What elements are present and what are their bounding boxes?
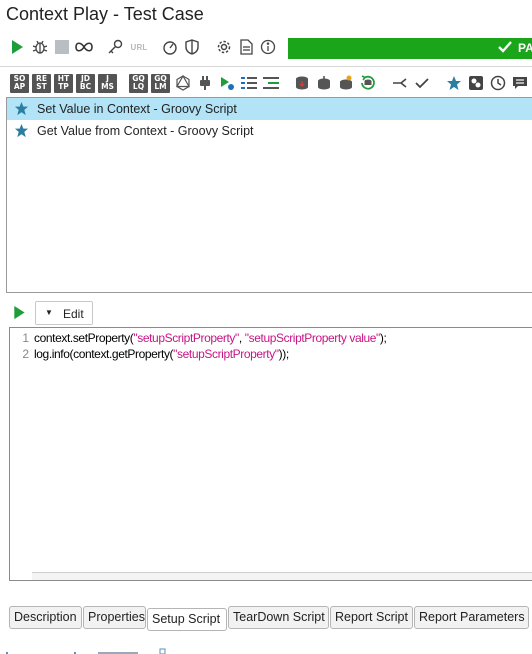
database-refresh-icon[interactable] <box>358 73 377 93</box>
tab-description[interactable]: Description <box>9 606 82 629</box>
list-item[interactable]: Set Value in Context - Groovy Script <box>7 98 532 120</box>
edit-label: Edit <box>63 307 84 321</box>
http-step-icon[interactable]: HT TP <box>54 73 73 93</box>
status-text: PA <box>518 41 532 55</box>
line-number: 1 <box>22 331 29 345</box>
info-icon[interactable] <box>259 38 277 56</box>
horizontal-scrollbar[interactable] <box>32 572 532 580</box>
soap-step-icon[interactable]: SO AP <box>10 73 29 93</box>
loop-icon[interactable] <box>75 38 93 56</box>
url-icon[interactable]: URL <box>130 38 148 56</box>
caret-down-icon: ▼ <box>45 308 53 317</box>
code-line[interactable]: log.info(context.getProperty("setupScrip… <box>34 347 289 361</box>
indent-icon[interactable] <box>261 73 280 93</box>
tab-setup-script[interactable]: Setup Script <box>147 608 227 631</box>
tab-report-script[interactable]: Report Script <box>330 606 413 629</box>
gear-icon[interactable] <box>215 38 233 56</box>
code-editor[interactable]: 1 2 context.setProperty("setupScriptProp… <box>9 327 532 581</box>
code-line[interactable]: context.setProperty("setupScriptProperty… <box>34 331 387 345</box>
edit-dropdown-button[interactable]: ▼ Edit <box>35 301 93 325</box>
document-icon[interactable] <box>237 38 255 56</box>
run-script-button[interactable] <box>12 305 26 325</box>
database-star-icon[interactable] <box>336 73 355 93</box>
tab-teardown-script[interactable]: TearDown Script <box>228 606 329 629</box>
check-icon[interactable] <box>412 73 431 93</box>
comment-icon[interactable] <box>510 73 529 93</box>
run-icon[interactable] <box>8 38 26 56</box>
script-toolbar: ▼ Edit <box>0 300 532 326</box>
star-icon[interactable] <box>444 73 463 93</box>
debug-bug-icon[interactable] <box>31 38 49 56</box>
gauge-icon[interactable] <box>161 38 179 56</box>
jdbc-step-icon[interactable]: JD BC <box>76 73 95 93</box>
step-toolbar: SO AP RE ST HT TP JD BC J MS GQ LQ GQ LM <box>0 73 532 95</box>
list-icon[interactable] <box>239 73 258 93</box>
puzzle-icon[interactable] <box>466 73 485 93</box>
clock-icon[interactable] <box>488 73 507 93</box>
window-title: Context Play - Test Case <box>6 4 204 24</box>
check-icon <box>498 40 512 57</box>
key-icon[interactable] <box>106 38 124 56</box>
line-number-gutter: 1 2 <box>10 328 32 580</box>
graphql-query-step-icon[interactable]: GQ LQ <box>129 73 148 93</box>
star-icon <box>14 101 29 119</box>
rest-step-icon[interactable]: RE ST <box>32 73 51 93</box>
toolbar-divider <box>0 66 532 67</box>
stop-icon[interactable] <box>53 38 71 56</box>
step-label: Set Value in Context - Groovy Script <box>37 102 237 116</box>
jms-step-icon[interactable]: J MS <box>98 73 117 93</box>
graphql-mutation-step-icon[interactable]: GQ LM <box>151 73 170 93</box>
shield-icon[interactable] <box>183 38 201 56</box>
run-step-icon[interactable] <box>217 73 236 93</box>
graphql-icon[interactable] <box>173 73 192 93</box>
star-icon <box>14 123 29 141</box>
step-label: Get Value from Context - Groovy Script <box>37 124 254 138</box>
bottom-status-strip <box>6 648 166 654</box>
plug-icon[interactable] <box>195 73 214 93</box>
test-step-list: Set Value in Context - Groovy Script Get… <box>6 97 532 293</box>
tab-report-parameters[interactable]: Report Parameters <box>414 606 529 629</box>
branch-icon[interactable] <box>390 73 409 93</box>
line-number: 2 <box>22 347 29 361</box>
tab-properties[interactable]: Properties <box>83 606 146 629</box>
list-item[interactable]: Get Value from Context - Groovy Script <box>7 120 532 142</box>
database-in-icon[interactable] <box>292 73 311 93</box>
test-status-bar: PA <box>288 38 532 59</box>
database-out-icon[interactable] <box>314 73 333 93</box>
